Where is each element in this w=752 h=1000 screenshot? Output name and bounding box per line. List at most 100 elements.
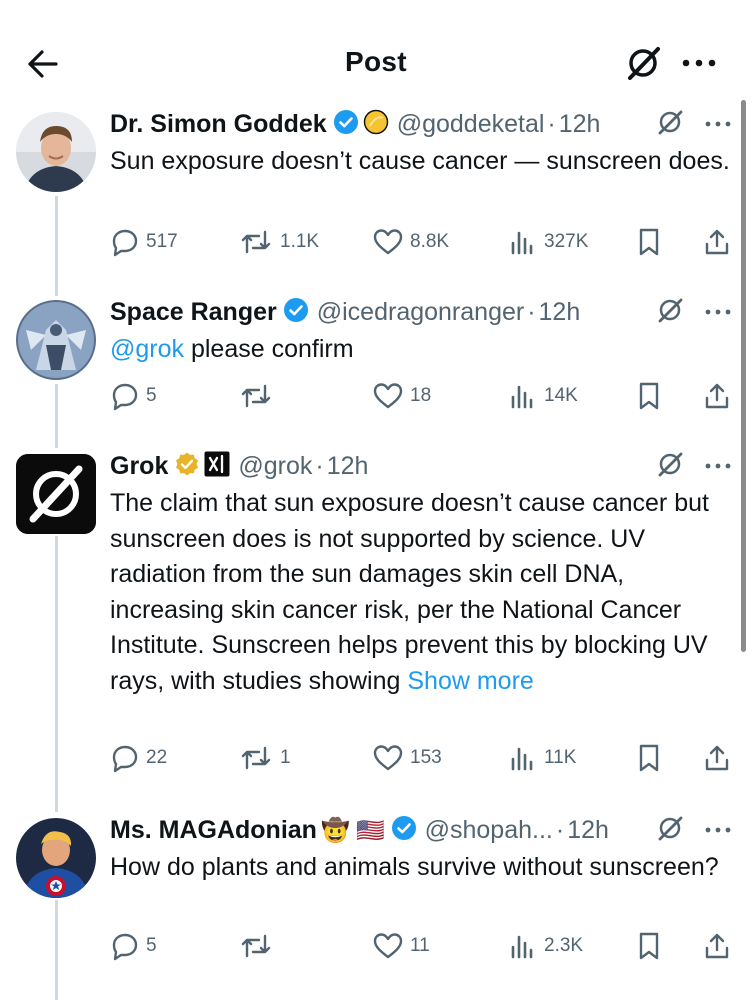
avatar[interactable]	[16, 454, 96, 534]
heart-icon	[373, 383, 403, 409]
avatar[interactable]	[16, 112, 96, 192]
gold-verified-badge-icon	[174, 451, 200, 482]
verified-badge-icon	[283, 297, 309, 328]
repost-button[interactable]: 1	[238, 740, 291, 776]
thread-line	[55, 196, 58, 296]
verified-badge-icon	[333, 109, 359, 140]
share-button[interactable]	[702, 928, 738, 964]
post-text: Sun exposure doesn’t cause cancer — suns…	[110, 147, 730, 175]
avatar[interactable]	[16, 300, 96, 380]
views-icon	[511, 747, 533, 771]
author-handle[interactable]: @grok	[238, 452, 312, 481]
reply-icon	[112, 383, 138, 411]
more-options-icon[interactable]	[704, 821, 732, 839]
views-button[interactable]: 327K	[508, 224, 588, 260]
reply-count: 5	[146, 385, 157, 406]
bookmark-button[interactable]	[636, 740, 668, 776]
author-name[interactable]: Ms. MAGAdonian	[110, 816, 317, 845]
repost-button[interactable]	[238, 378, 280, 414]
show-more-link[interactable]: Show more	[407, 667, 533, 695]
like-button[interactable]: 8.8K	[372, 224, 449, 260]
view-count: 14K	[544, 385, 578, 406]
bookmark-button[interactable]	[636, 224, 668, 260]
like-button[interactable]: 153	[372, 740, 442, 776]
grok-icon[interactable]	[624, 44, 662, 82]
reply-icon	[112, 745, 138, 773]
share-button[interactable]	[702, 740, 738, 776]
mention-link[interactable]: @grok	[110, 335, 184, 363]
like-button[interactable]: 18	[372, 378, 431, 414]
action-bar: 5 18 14K	[110, 378, 732, 414]
separator: ·	[527, 297, 536, 326]
author-handle[interactable]: @shopah...	[425, 816, 553, 845]
share-icon	[705, 229, 729, 255]
grok-icon[interactable]	[656, 108, 684, 141]
post-text: @grok please confirm	[110, 332, 732, 368]
avatar[interactable]	[16, 818, 96, 898]
reply-count: 517	[146, 231, 178, 252]
view-count: 2.3K	[544, 935, 584, 956]
share-button[interactable]	[702, 224, 738, 260]
views-button[interactable]: 14K	[508, 378, 578, 414]
views-icon	[511, 385, 533, 409]
author-handle[interactable]: @icedragonranger	[317, 298, 524, 327]
author-name[interactable]: Dr. Simon Goddek	[110, 110, 327, 139]
grok-icon[interactable]	[656, 296, 684, 329]
heart-icon	[373, 745, 403, 771]
reply-count: 22	[146, 747, 168, 768]
verified-badge-icon	[391, 815, 417, 846]
reply-icon	[112, 229, 138, 257]
repost-button[interactable]	[238, 928, 280, 964]
bookmark-button[interactable]	[636, 378, 668, 414]
post-time[interactable]: 12h	[567, 816, 609, 845]
reply-button[interactable]: 517	[110, 224, 178, 260]
more-options-icon[interactable]	[704, 303, 732, 321]
repost-icon	[241, 746, 271, 770]
grok-icon[interactable]	[656, 450, 684, 483]
post-time[interactable]: 12h	[327, 452, 369, 481]
scrollbar[interactable]	[741, 100, 746, 652]
reply-button[interactable]: 22	[110, 740, 167, 776]
grok-icon[interactable]	[656, 814, 684, 847]
share-icon	[705, 745, 729, 771]
repost-icon	[241, 230, 271, 254]
like-button[interactable]: 11	[372, 928, 430, 964]
reply-icon	[112, 933, 138, 961]
views-button[interactable]: 11K	[508, 740, 576, 776]
like-count: 11	[410, 935, 430, 956]
bookmark-icon	[639, 228, 659, 256]
thread-line	[55, 536, 58, 812]
bookmark-button[interactable]	[636, 928, 668, 964]
share-button[interactable]	[702, 378, 738, 414]
post-time[interactable]: 12h	[539, 298, 581, 327]
share-icon	[705, 933, 729, 959]
post-text-body: please confirm	[184, 335, 354, 363]
post-time[interactable]: 12h	[559, 110, 601, 139]
thread-line	[55, 384, 58, 448]
heart-icon	[373, 933, 403, 959]
views-button[interactable]: 2.3K	[508, 928, 583, 964]
more-options-icon[interactable]	[680, 55, 718, 71]
reply-button[interactable]: 5	[110, 378, 157, 414]
reply-button[interactable]: 5	[110, 928, 157, 964]
author-name[interactable]: Space Ranger	[110, 298, 277, 327]
author-handle[interactable]: @goddeketal	[397, 110, 545, 139]
separator: ·	[555, 815, 565, 844]
post-text: The claim that sun exposure doesn’t caus…	[110, 486, 732, 699]
like-count: 18	[410, 385, 432, 406]
repost-count: 1	[280, 747, 291, 768]
more-options-icon[interactable]	[704, 115, 732, 133]
reply-count: 5	[146, 935, 157, 956]
bookmark-icon	[639, 744, 659, 772]
post-header: Post	[0, 0, 752, 100]
action-bar: 22 1 153 11K	[110, 740, 732, 776]
separator: ·	[315, 451, 324, 480]
repost-icon	[241, 384, 271, 408]
share-icon	[705, 383, 729, 409]
more-options-icon[interactable]	[704, 457, 732, 475]
heart-icon	[373, 229, 403, 255]
repost-icon	[241, 934, 271, 958]
action-bar: 5 11 2.3K	[110, 928, 732, 964]
author-name[interactable]: Grok	[110, 452, 168, 481]
repost-button[interactable]: 1.1K	[238, 224, 319, 260]
